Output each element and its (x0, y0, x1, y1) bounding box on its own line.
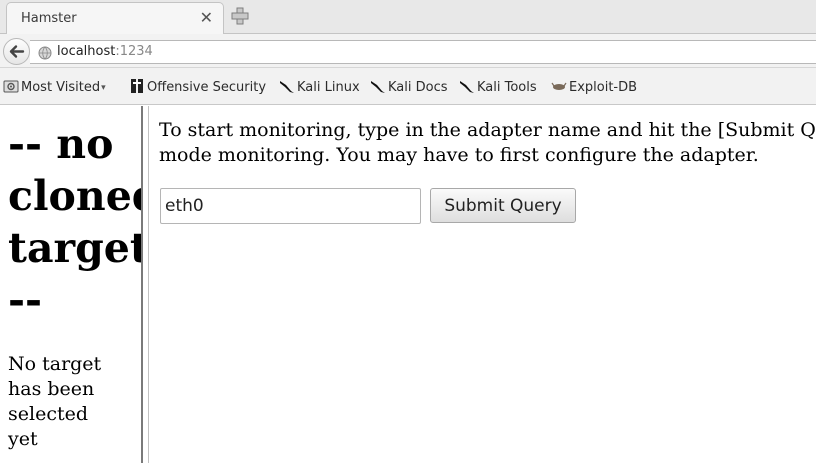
url-text: localhost:1234 (57, 44, 153, 59)
bookmarks-toolbar: Most Visited▾ Offensive Security Kali Li… (0, 68, 816, 105)
status-line: No target (8, 353, 102, 375)
no-target-message: No target has been selected yet (8, 352, 138, 452)
gear-icon (3, 80, 19, 93)
kali-dragon-icon (280, 81, 294, 93)
heading-line: -- no (8, 120, 114, 168)
bookmark-kali-linux[interactable]: Kali Linux (279, 78, 360, 96)
no-cloned-target-heading: -- no cloned target -- (8, 118, 141, 326)
globe-icon (38, 46, 52, 60)
status-line: yet (8, 428, 38, 450)
kali-dragon-icon (371, 81, 385, 93)
bookmark-offensive-security[interactable]: Offensive Security (129, 78, 266, 96)
navigation-bar: localhost:1234 (0, 34, 816, 68)
heading-line: target (8, 224, 141, 272)
bookmark-most-visited[interactable]: Most Visited▾ (3, 78, 106, 96)
left-frame: -- no cloned target -- No target has bee… (0, 106, 141, 463)
back-arrow-icon (9, 45, 25, 58)
submit-query-button[interactable]: Submit Query (430, 188, 576, 223)
kali-dragon-icon (460, 81, 474, 93)
frame-divider[interactable] (141, 106, 149, 463)
tab-title: Hamster (21, 11, 77, 26)
close-tab-icon[interactable]: ✕ (200, 8, 213, 27)
instructions-text: To start monitoring, type in the adapter… (159, 118, 816, 168)
chevron-down-icon: ▾ (101, 83, 106, 93)
back-button[interactable] (3, 38, 30, 65)
exploit-db-icon (551, 82, 567, 90)
right-frame: To start monitoring, type in the adapter… (149, 106, 816, 463)
instruction-line: To start monitoring, type in the adapter… (159, 119, 816, 141)
instruction-line: mode monitoring. You may have to first c… (159, 144, 759, 166)
status-line: selected (8, 403, 88, 425)
tab-strip: Hamster ✕ (0, 0, 816, 34)
adapter-name-input[interactable] (160, 188, 421, 224)
status-line: has been (8, 378, 95, 400)
offsec-icon (131, 79, 143, 93)
heading-line: -- (8, 276, 43, 324)
bookmark-exploit-db[interactable]: Exploit-DB (551, 78, 637, 96)
bookmark-kali-tools[interactable]: Kali Tools (459, 78, 537, 96)
bookmark-kali-docs[interactable]: Kali Docs (370, 78, 448, 96)
heading-line: cloned (8, 172, 141, 220)
tab-hamster[interactable]: Hamster ✕ (6, 2, 224, 34)
new-tab-icon[interactable] (231, 7, 249, 25)
address-bar[interactable]: localhost:1234 (30, 40, 816, 64)
